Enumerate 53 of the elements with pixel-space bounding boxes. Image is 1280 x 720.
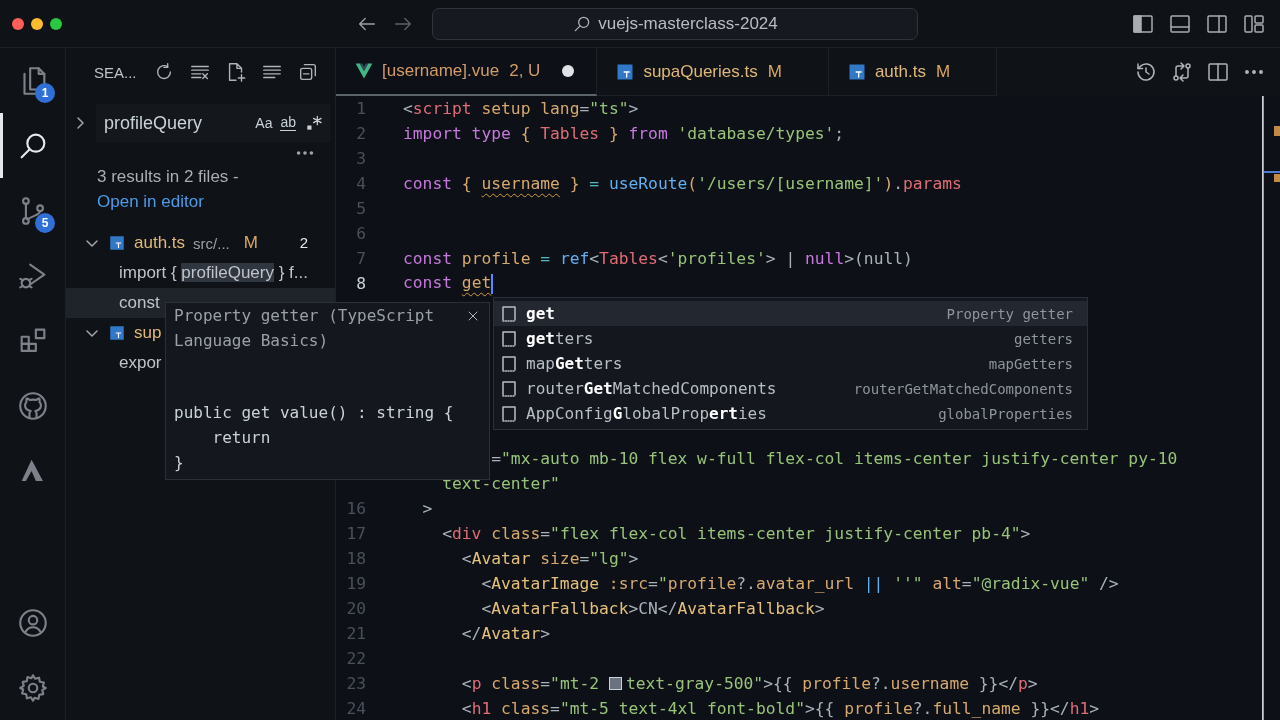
line-number: 2 xyxy=(355,124,366,143)
suggestion-detail: Property getter xyxy=(946,305,1073,322)
line-number: 8 xyxy=(355,274,366,293)
hover-title: Property getter (TypeScript Language Basics) xyxy=(174,305,436,352)
code-line: const { username } = useRoute('/users/[username]').params xyxy=(403,174,962,193)
code-line: <AvatarImage :src="profile?.avatar_url || ''" alt="@radix-vue" /> xyxy=(480,574,1119,593)
suggestion-label: routerGetMatchedComponents xyxy=(526,379,777,398)
line-number: 3 xyxy=(355,149,366,168)
line-number: 5 xyxy=(355,199,366,218)
suggestion-label: getters xyxy=(526,329,594,348)
code-line: import type { Tables } from 'database/types'; xyxy=(403,124,845,143)
file-path: src/... xyxy=(193,234,230,252)
panel-title: SEA... xyxy=(94,63,137,81)
line-number: 6 xyxy=(355,224,366,243)
line-number: 18 xyxy=(345,549,366,568)
code-line: <AvatarFallback>CN</AvatarFallback> xyxy=(480,599,825,618)
suggestion-label: mapGetters xyxy=(526,354,623,373)
code-line: } xyxy=(174,452,185,474)
line-number: 1 xyxy=(355,99,366,118)
line-number: 7 xyxy=(355,249,366,268)
suggestion-detail: getters xyxy=(1014,330,1073,347)
code-line: ="mx-auto mb-10 flex w-full flex-col items-center justify-center py-10 xyxy=(490,449,1178,468)
count-badge: 5 xyxy=(35,213,55,233)
suggestion-detail: routerGetMatchedComponents xyxy=(853,380,1073,397)
code-line: return xyxy=(212,427,272,449)
code-line: > xyxy=(421,499,433,518)
git-status: M xyxy=(243,233,258,253)
line-number: 19 xyxy=(345,574,366,593)
line-number: 24 xyxy=(345,699,366,718)
code-line: <h1 class="mt-5 text-4xl font-bold">{{ profile?.full_name }}</h1> xyxy=(460,699,1100,718)
line-number: 21 xyxy=(345,624,366,643)
line-number: 22 xyxy=(345,649,366,668)
suggestion-label: AppConfigGlobalProperties xyxy=(526,404,767,423)
suggestion-label: get xyxy=(526,304,555,323)
line-number: 17 xyxy=(345,524,366,543)
code-line: </Avatar> xyxy=(460,624,551,643)
count-badge: 1 xyxy=(35,83,55,103)
code-line: <div class="flex flex-col items-center justify-center pb-4"> xyxy=(441,524,1031,543)
code-line: const profile = ref<Tables<'profiles'> | null>(null) xyxy=(403,249,913,268)
match-count: 2 xyxy=(298,233,310,253)
code-line: <p class="mt-2 text-gray-500">{{ profile?.username }}</p> xyxy=(460,674,1038,693)
line-number: 20 xyxy=(345,599,366,618)
code-line: public get value() : string { xyxy=(174,402,455,424)
line-number: 16 xyxy=(345,499,366,518)
code-line: <script setup lang="ts"> xyxy=(403,99,639,118)
line-number: 4 xyxy=(355,174,366,193)
code-line: const get xyxy=(403,273,494,294)
results-summary: 3 results in 2 files - xyxy=(97,166,240,188)
code-line: text-center" xyxy=(441,474,560,493)
code-line: <Avatar size="lg"> xyxy=(460,549,639,568)
suggestion-detail: mapGetters xyxy=(988,355,1073,372)
line-number: 23 xyxy=(345,674,366,693)
suggestion-detail: globalProperties xyxy=(938,405,1073,422)
